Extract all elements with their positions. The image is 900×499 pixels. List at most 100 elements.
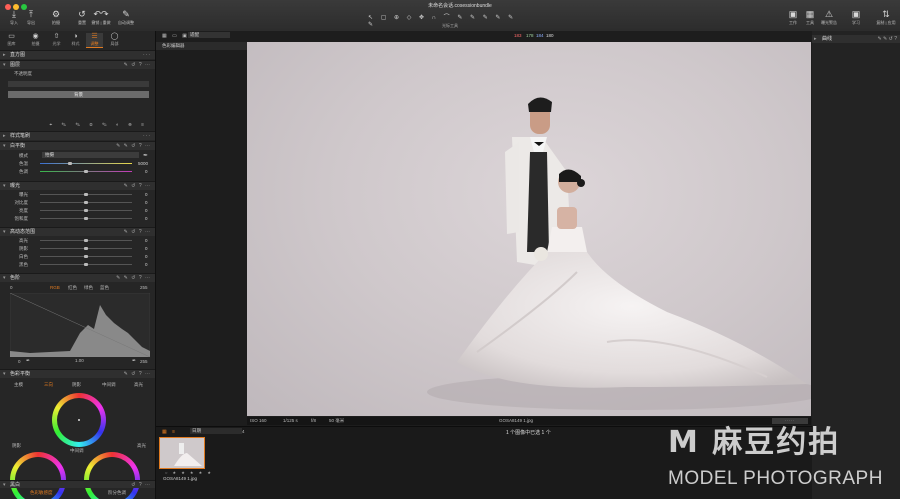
wb-temperature-slider[interactable] [40,163,132,164]
auto-adjust-button[interactable]: ✎ 自动调整 [114,9,138,25]
readout-r: 183 [514,33,522,38]
levels-section[interactable]: ▾ 色阶 ✎ ✎ ↺ ? ⋯ [0,273,155,282]
wb-mode-select[interactable]: 拍摄 [42,152,139,158]
hdr-knob-1[interactable] [84,247,88,250]
export-button[interactable]: ⤒ 导出 [20,9,42,25]
tab-capture[interactable]: ◉ 拍摄 [27,33,44,47]
auto-adjust-icon: ✎ [122,9,130,19]
viewer-filename: GOSA8149 1.jpg [499,418,534,423]
levels-input-high[interactable]: 255 [140,285,148,290]
cb-tab-midtones[interactable]: 中间调 [102,382,116,388]
exposure-knob-1[interactable] [84,201,88,204]
readout-b: 184 [536,33,544,38]
wb-temperature-knob[interactable] [68,162,72,165]
bw-tab-split-tone[interactable]: 阶分色调 [108,490,126,496]
watermark-brand: M 麻豆约拍 [668,425,841,460]
levels-output-low[interactable]: 0 [18,359,21,364]
wb-tint-knob[interactable] [84,170,88,173]
tab-adjust[interactable]: ☰ 调整 [86,33,103,48]
layers-section[interactable]: ▾ 图层 ✎ ↺ ? ⋯ [0,60,155,69]
shadows-label: 阴影 [12,443,21,448]
exposure-knob-2[interactable] [84,209,88,212]
eyedropper-icon[interactable]: ✒ [143,152,148,159]
exposure-value-1[interactable]: 0 [145,200,148,205]
cb-tab-shadows[interactable]: 阴影 [72,382,81,388]
eyedropper-icon[interactable]: ✒ [26,358,30,364]
layer-tools[interactable]: ⌖ ✎ ✎ ⊗ ✎ ◐ ⊕ ≡ [8,122,148,128]
section-actions-icon: ✎ ↺ ? ⋯ [123,229,151,235]
copy-apply-icon: ⇅ [882,9,890,19]
hdr-knob-0[interactable] [84,239,88,242]
hdr-label-0: 高光 [19,238,28,243]
readout-l: 180 [546,33,554,38]
thumbnail-rating-stars[interactable]: ○ ★ ★ ★ ★ ★ [165,470,213,475]
selection-status: 1 个图像中已选 1 个 [506,430,551,436]
hdr-knob-3[interactable] [84,263,88,266]
learn-button[interactable]: ▣ 学习 [845,9,867,25]
hdr-section[interactable]: ▾ 高动态范围 ✎ ↺ ? ⋯ [0,227,155,236]
disclosure-icon: ▸ [3,52,6,58]
exposure-label-0: 曝光 [19,192,28,197]
exposure-value-3[interactable]: 0 [145,216,148,221]
zoom-select[interactable]: 适配 [188,32,230,38]
cb-tab-3way[interactable]: 三向 [44,382,53,388]
midtones-color-wheel[interactable] [52,393,106,447]
histogram-section[interactable]: ▸ 直方图 ··· [0,50,155,59]
sort-select[interactable]: 日期 [190,428,242,434]
exposure-knob-0[interactable] [84,193,88,196]
levels-output-high[interactable]: 255 [140,359,148,364]
exposure-label-2: 亮度 [19,208,28,213]
exposure-warning-button[interactable]: ⚠ 曝光警告 [817,9,841,25]
undo-redo-button[interactable]: ↶↷ 撤销 | 重做 [89,9,113,25]
window-title: 未命名会话.cosessionbundle [428,3,492,9]
disclosure-icon: ▸ [3,133,6,139]
section-actions-icon: ✎ ✎ ↺ ? ⋯ [116,275,151,281]
thumbnail-selected[interactable] [159,437,205,469]
exposure-section[interactable]: ▾ 曝光 ✎ ↺ ? ⋯ [0,181,155,190]
readout-g: 178 [526,33,534,38]
tab-library[interactable]: ▭ 图库 [3,33,20,47]
exposure-knob-3[interactable] [84,217,88,220]
bw-tab-sensitivity[interactable]: 色彩敏感度 [30,490,53,496]
style-brush-section[interactable]: ▸ 样式笔刷 ··· [0,131,155,140]
adjust-icon: ☰ [91,33,98,40]
levels-midtone-value[interactable]: 1.00 [75,358,84,363]
browser-view-icons[interactable]: ▦ ≡ [162,429,177,435]
disclosure-icon: ▾ [3,482,6,488]
hdr-value-2[interactable]: 0 [145,254,148,259]
hdr-value-1[interactable]: 0 [145,246,148,251]
hdr-value-3[interactable]: 0 [145,262,148,267]
tab-lens[interactable]: ⇧ 光学 [48,33,65,47]
levels-channel-red[interactable]: 红色 [68,285,77,291]
hdr-label-2: 白色 [19,254,28,259]
photo-illustration [427,97,811,410]
cb-tab-master[interactable]: 主模 [14,382,23,388]
wedding-photo[interactable] [247,42,811,416]
exposure-value-0[interactable]: 0 [145,192,148,197]
exposure-value-2[interactable]: 0 [145,208,148,213]
cursor-tools[interactable]: ↖ ▢ ⊕ ◇ ✥ ∩ ⌒ ✎ ✎ ✎ ✎ ✎ ✎ [368,12,528,28]
hdr-label-3: 黑色 [19,262,28,267]
eyedropper-icon[interactable]: ✒ [132,358,136,364]
capture-button[interactable]: ⚙ 拍摄 [45,9,67,25]
layer-new-row[interactable] [8,81,149,87]
background-layer-button[interactable]: 背景 [8,91,149,98]
color-balance-section[interactable]: ▾ 色彩平衡 ✎ ↺ ? ⋯ [0,369,155,378]
styles-icon: ◑ [73,33,78,40]
cb-tab-highlights[interactable]: 高光 [134,382,143,388]
levels-channel-rgb[interactable]: RGB [50,285,60,290]
bw-section[interactable]: ▾ 黑白 ↺ ? ⋯ [0,480,155,488]
copy-apply-button[interactable]: ⇅ 复制 | 应用 [874,9,898,25]
levels-channel-green[interactable]: 绿色 [84,285,93,291]
tab-local[interactable]: ◯ 局部 [106,33,123,47]
hdr-knob-2[interactable] [84,255,88,258]
tab-styles[interactable]: ◑ 样式 [67,33,84,47]
levels-histogram[interactable] [10,293,150,357]
levels-input-low[interactable]: 0 [10,285,13,290]
viewer-mode-icons[interactable]: ▦ ▭ ▣ [162,33,189,39]
levels-channel-blue[interactable]: 蓝色 [100,285,109,291]
white-balance-section[interactable]: ▾ 白平衡 ✎ ✎ ↺ ? ⋯ [0,141,155,150]
local-adjust-icon: ◯ [110,33,119,40]
curves-section[interactable]: ▸ 曲线 ✎ ✎ ↺ ? [812,35,900,43]
hdr-value-0[interactable]: 0 [145,238,148,243]
